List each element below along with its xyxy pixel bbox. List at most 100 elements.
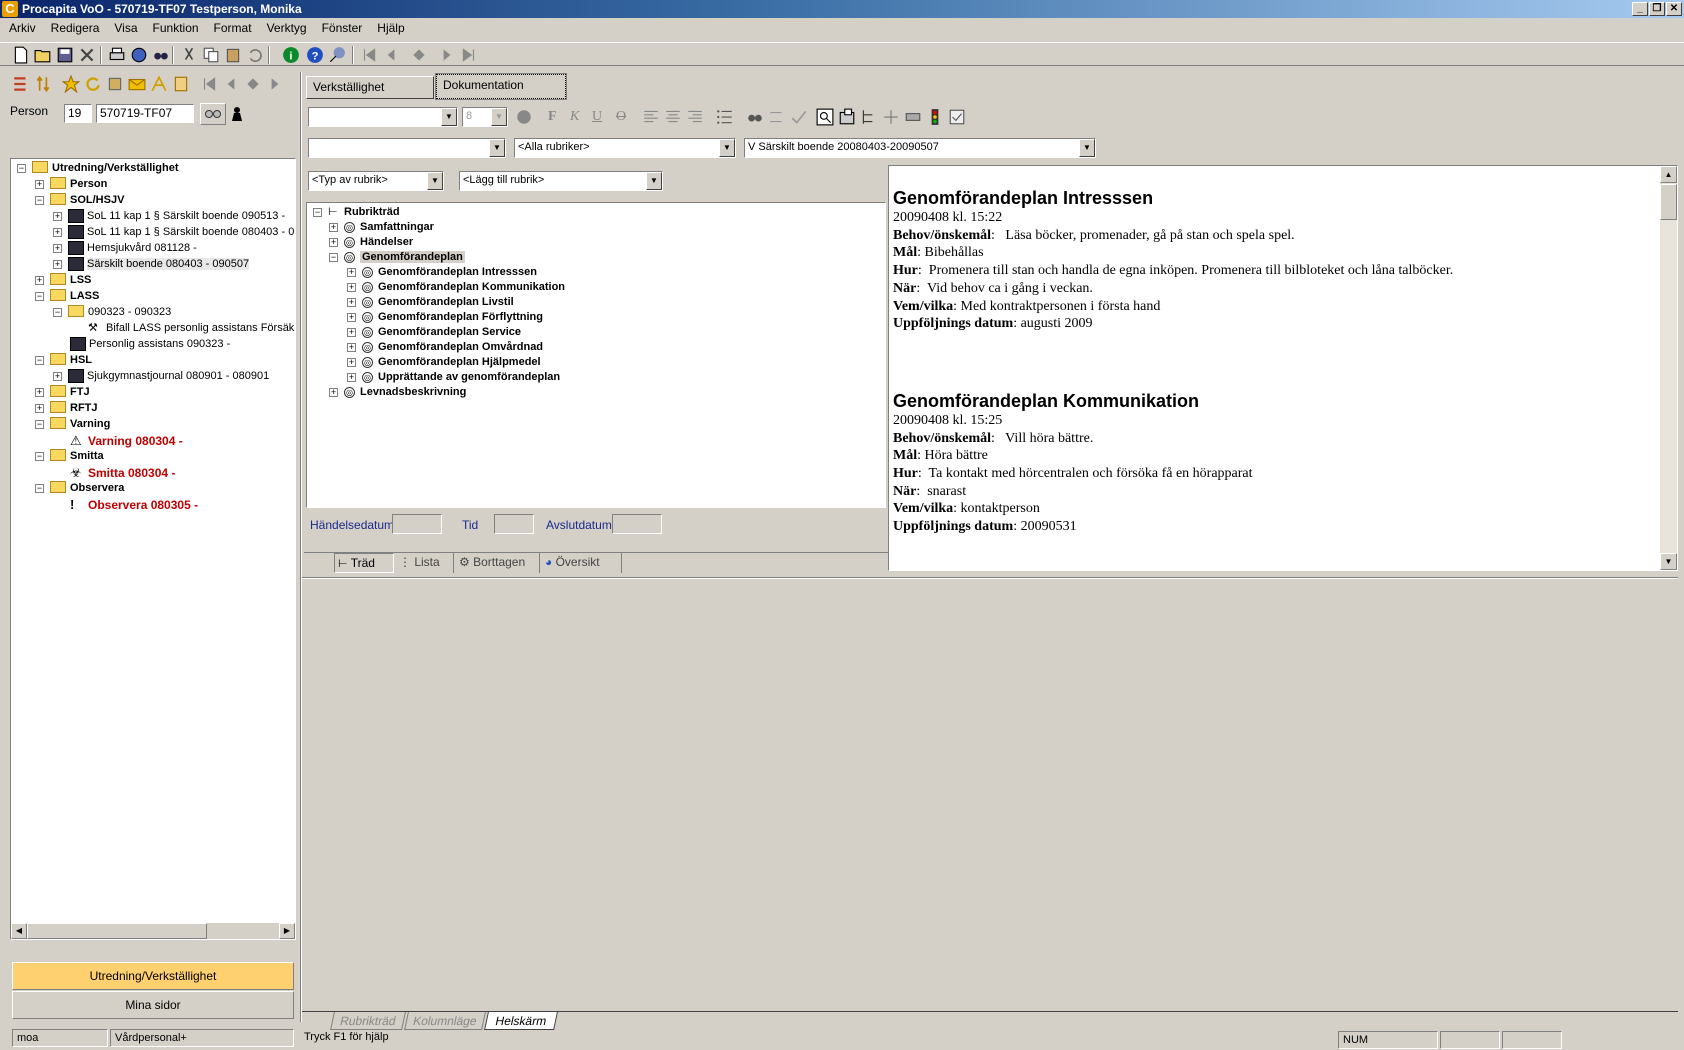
traffic-light-icon[interactable] (926, 108, 944, 126)
open-icon[interactable] (34, 46, 52, 64)
close-button[interactable]: ✕ (1666, 2, 1682, 16)
tab-borttagen[interactable]: ⚙ Borttagen (456, 553, 540, 573)
scroll-down-button[interactable]: ▼ (1660, 553, 1677, 570)
align-left-icon[interactable] (642, 108, 660, 126)
maximize-button[interactable]: ❐ (1649, 2, 1665, 16)
person-icon[interactable] (231, 106, 243, 122)
expander-icon[interactable]: + (35, 403, 44, 413)
expander-icon[interactable]: + (347, 312, 356, 322)
expander-icon[interactable]: + (329, 237, 338, 247)
expander-icon[interactable]: + (53, 259, 62, 269)
favorite-icon[interactable] (62, 75, 80, 93)
refresh-icon[interactable] (84, 75, 102, 93)
structure-icon[interactable] (860, 108, 878, 126)
undo-icon[interactable] (246, 46, 264, 64)
tree-item[interactable]: − 090323 - 090323 (53, 305, 171, 321)
tree-item[interactable]: − SOL/HSJV (35, 193, 124, 209)
mail-icon[interactable] (128, 75, 146, 93)
expander-icon[interactable]: + (35, 387, 44, 397)
expander-icon[interactable]: − (35, 451, 44, 461)
tree-item[interactable]: − HSL (35, 353, 92, 369)
context-help-icon[interactable] (328, 46, 346, 64)
tab-helskarm[interactable]: Helskärm (484, 1012, 558, 1030)
tree-item[interactable]: + SoL 11 kap 1 § Särskilt boende 080403 -… (53, 225, 294, 241)
tree-item[interactable]: − Varning (35, 417, 110, 433)
current-record-icon[interactable] (410, 46, 428, 64)
expander-icon[interactable]: + (347, 297, 356, 307)
tree-item[interactable]: + FTJ (35, 385, 90, 401)
tree-item[interactable]: + LSS (35, 273, 91, 289)
edit-icon[interactable] (106, 75, 124, 93)
link-icon[interactable] (904, 108, 922, 126)
find-text-icon[interactable] (746, 108, 764, 126)
tree-hscrollbar[interactable]: ◀ ▶ (11, 922, 295, 939)
expander-icon[interactable]: + (347, 327, 356, 337)
tab-trad[interactable]: ⊢ Träd (334, 553, 394, 573)
rubrik-item[interactable]: + ◎ Genomförandeplan Förflyttning (347, 310, 543, 326)
expander-icon[interactable]: + (347, 372, 356, 382)
utredning-button[interactable]: Utredning/Verkställighet (12, 962, 294, 990)
signature-icon[interactable] (150, 75, 168, 93)
tid-field[interactable] (494, 514, 534, 534)
tree-prev-icon[interactable] (222, 75, 240, 93)
tab-lista[interactable]: ⋮ Lista (396, 553, 454, 573)
color-icon[interactable] (515, 108, 533, 126)
prev-record-icon[interactable] (382, 46, 400, 64)
menu-hjalp[interactable]: Hjälp (368, 18, 410, 35)
tab-dokumentation[interactable]: Dokumentation (435, 73, 567, 100)
print-icon[interactable] (108, 46, 126, 64)
scroll-thumb[interactable] (1660, 184, 1677, 220)
menu-redigera[interactable]: Redigera (42, 18, 106, 35)
tree-menu-icon[interactable] (12, 75, 30, 93)
rubrik-item[interactable]: + ◎ Levnadsbeskrivning (329, 385, 466, 401)
tree-item[interactable]: + Person (35, 177, 107, 193)
rubrik-item[interactable]: − ◎ Genomförandeplan (329, 250, 465, 266)
person-search-button[interactable] (200, 103, 226, 125)
tree-item[interactable]: − LASS (35, 289, 99, 305)
save-icon[interactable] (56, 46, 74, 64)
expander-icon[interactable]: − (329, 252, 338, 262)
properties-icon[interactable] (838, 108, 856, 126)
next-record-icon[interactable] (438, 46, 456, 64)
tree-first-icon[interactable] (200, 75, 218, 93)
tree-root[interactable]: − Utredning/Verkställighet (17, 161, 179, 177)
tab-verkstallighet[interactable]: Verkställighet (306, 76, 434, 99)
menu-verktyg[interactable]: Verktyg (258, 18, 313, 35)
expander-icon[interactable]: + (35, 179, 44, 189)
scroll-thumb[interactable] (27, 923, 207, 939)
expander-icon[interactable]: + (329, 387, 338, 397)
person-century-field[interactable]: 19 (64, 104, 92, 123)
expander-icon[interactable]: − (53, 307, 62, 317)
menu-arkiv[interactable]: Arkiv (0, 18, 42, 35)
tree-item[interactable]: + Hemsjukvård 081128 - (53, 241, 197, 257)
print-preview-icon[interactable] (130, 46, 148, 64)
help-icon[interactable]: ? (306, 46, 324, 64)
minimize-button[interactable]: _ (1632, 2, 1648, 16)
tree-item[interactable]: ⚠ Varning 080304 - (53, 433, 183, 449)
expander-icon[interactable]: + (53, 371, 62, 381)
rubrik-root[interactable]: − ⊢ Rubrikträd (313, 205, 400, 221)
scroll-up-button[interactable]: ▲ (1660, 166, 1677, 183)
record-select[interactable]: ▼ (308, 138, 506, 158)
tree-item[interactable]: + Sjukgymnastjournal 080901 - 080901 (53, 369, 269, 385)
copy-icon[interactable] (202, 46, 220, 64)
mina-sidor-button[interactable]: Mina sidor (12, 991, 294, 1019)
rubrik-item[interactable]: + ◎ Upprättande av genomförandeplan (347, 370, 560, 386)
expander-icon[interactable]: + (347, 267, 356, 277)
expander-icon[interactable]: + (53, 243, 62, 253)
delete-icon[interactable] (78, 46, 96, 64)
notes-icon[interactable] (172, 75, 190, 93)
tree-item[interactable]: + Särskilt boende 080403 - 090507 (53, 257, 250, 273)
tab-oversikt[interactable]: ◕ Översikt (542, 553, 622, 573)
person-id-field[interactable]: 570719-TF07 (96, 104, 194, 123)
typ-av-rubrik-select[interactable]: <Typ av rubrik> ▼ (308, 171, 444, 191)
first-record-icon[interactable] (360, 46, 378, 64)
tree-item[interactable]: ⚒ Bifall LASS personlig assistans Försäkr… (71, 321, 295, 337)
approve-icon[interactable] (948, 108, 966, 126)
bullets-icon[interactable] (716, 108, 734, 126)
horizontal-splitter[interactable] (302, 577, 1678, 579)
expander-icon[interactable]: − (35, 355, 44, 365)
rubrik-item[interactable]: + ◎ Genomförandeplan Omvårdnad (347, 340, 543, 356)
cut-icon[interactable] (180, 46, 198, 64)
tree-item[interactable]: ! Observera 080305 - (53, 497, 198, 513)
